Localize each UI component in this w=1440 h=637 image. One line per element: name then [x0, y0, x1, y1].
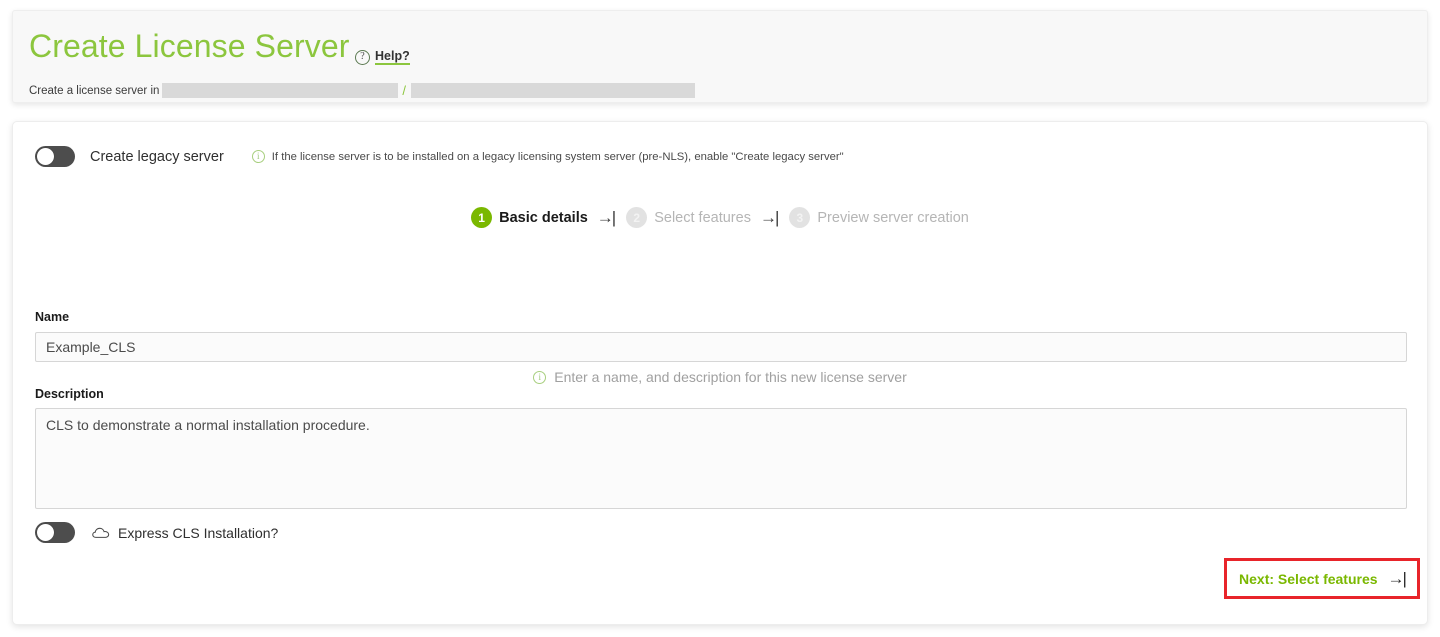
- page-title: Create License Server: [29, 27, 349, 65]
- step-basic-details[interactable]: 1 Basic details: [471, 207, 588, 228]
- description-field-label: Description: [35, 387, 104, 401]
- name-field-label: Name: [35, 310, 69, 324]
- page-header-card: Create License Server ? Help? Create a l…: [12, 10, 1428, 103]
- step-number-badge: 3: [789, 207, 810, 228]
- step-arrow-icon-2: →|: [760, 208, 777, 228]
- redacted-scope-1: [162, 83, 398, 98]
- step-number-badge: 1: [471, 207, 492, 228]
- wizard-stepper: 1 Basic details →| 2 Select features →| …: [13, 207, 1427, 228]
- legacy-info-group: i If the license server is to be install…: [252, 150, 844, 163]
- step-label: Basic details: [499, 210, 588, 226]
- step-preview-server-creation[interactable]: 3 Preview server creation: [789, 207, 969, 228]
- question-circle-icon: ?: [355, 50, 370, 65]
- step-arrow-icon-1: →|: [597, 208, 614, 228]
- breadcrumb-prefix: Create a license server in: [29, 85, 159, 97]
- toggle-knob: [37, 524, 54, 541]
- description-textarea[interactable]: [35, 408, 1407, 509]
- step-number-badge: 2: [626, 207, 647, 228]
- legacy-info-text: If the license server is to be installed…: [272, 151, 844, 163]
- next-arrow-icon: →|: [1388, 569, 1405, 589]
- breadcrumb: Create a license server in /: [29, 83, 695, 98]
- step-label: Select features: [654, 210, 751, 226]
- create-license-server-form-card: Create legacy server i If the license se…: [12, 121, 1428, 625]
- breadcrumb-separator: /: [402, 83, 406, 98]
- toggle-knob: [37, 148, 54, 165]
- next-button-label: Next: Select features: [1239, 571, 1378, 587]
- help-link-group[interactable]: ? Help?: [355, 49, 410, 65]
- help-link-label[interactable]: Help?: [375, 49, 410, 65]
- step-hint-text: Enter a name, and description for this n…: [554, 369, 907, 385]
- step-hint-row: i Enter a name, and description for this…: [13, 369, 1427, 385]
- express-cls-installation-label: Express CLS Installation?: [118, 525, 278, 541]
- express-cls-installation-toggle[interactable]: [35, 522, 75, 543]
- page-root: Create License Server ? Help? Create a l…: [0, 0, 1440, 637]
- info-circle-icon: i: [533, 371, 546, 384]
- step-select-features[interactable]: 2 Select features: [626, 207, 751, 228]
- create-legacy-server-row: Create legacy server i If the license se…: [35, 146, 844, 167]
- name-input[interactable]: [35, 332, 1407, 362]
- info-circle-icon: i: [252, 150, 265, 163]
- express-cls-installation-row: Express CLS Installation?: [35, 522, 278, 543]
- next-select-features-button[interactable]: Next: Select features →|: [1224, 558, 1420, 599]
- cloud-icon: [92, 526, 110, 539]
- create-legacy-server-label: Create legacy server: [90, 149, 224, 165]
- redacted-scope-2: [411, 83, 695, 98]
- step-label: Preview server creation: [817, 210, 969, 226]
- create-legacy-server-toggle[interactable]: [35, 146, 75, 167]
